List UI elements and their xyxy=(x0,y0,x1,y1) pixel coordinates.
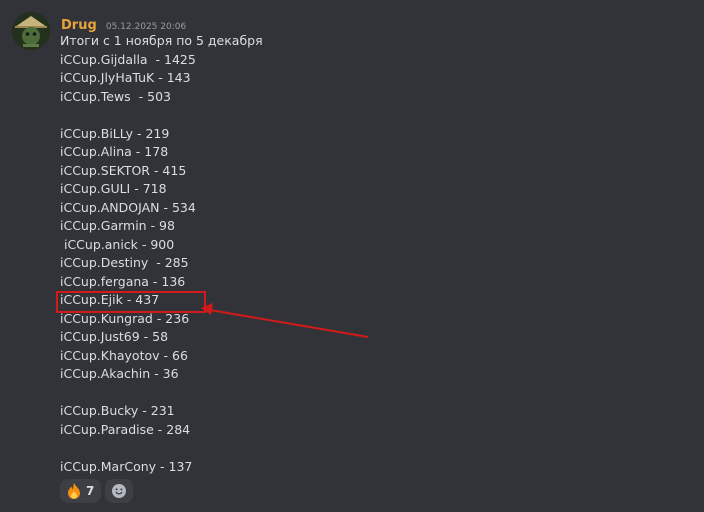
message-line: iCCup.SEKTOR - 415 xyxy=(60,162,187,178)
message-line: iCCup.Bucky - 231 xyxy=(60,403,175,418)
message-line: iCCup.Alina - 178 xyxy=(60,144,169,159)
message-body: Итоги с 1 ноября по 5 декабря iCCup.Gijd… xyxy=(60,32,263,476)
message-line xyxy=(60,384,263,403)
message-line xyxy=(60,439,263,458)
message-line: iCCup.ANDOJAN - 534 xyxy=(60,199,196,215)
message-line: iCCup.Kungrad - 236 xyxy=(60,310,190,326)
add-reaction-icon xyxy=(112,484,127,498)
reactions-bar: 7 xyxy=(60,479,134,503)
message-line: iCCup.GULI - 718 xyxy=(60,181,167,196)
reaction-fire[interactable]: 7 xyxy=(60,479,102,503)
message-line: Итоги с 1 ноября по 5 декабря xyxy=(60,33,263,48)
message-line: iCCup.Garmin - 98 xyxy=(60,218,175,233)
message-line: iCCup.Gijdalla - 1425 xyxy=(60,51,196,67)
message-line: iCCup.Paradise - 284 xyxy=(60,421,191,437)
author-name[interactable]: Drug xyxy=(61,18,97,33)
message-line xyxy=(60,106,263,125)
message-line-highlighted: iCCup.Ejik - 437 xyxy=(60,292,160,307)
message-line: iCCup.anick - 900 xyxy=(60,236,175,252)
message-header: Drug 05.12.2025 20:06 xyxy=(61,14,187,33)
reaction-count: 7 xyxy=(86,484,95,498)
message-line: iCCup.MarCony - 137 xyxy=(60,458,193,474)
fire-emoji-icon xyxy=(68,483,80,499)
message-line: iCCup.Destiny - 285 xyxy=(60,255,189,270)
message-line: iCCup.Akachin - 36 xyxy=(60,366,179,381)
message-line: iCCup.Just69 - 58 xyxy=(60,329,169,344)
message-line: iCCup.Khayotov - 66 xyxy=(60,347,188,363)
message-timestamp: 05.12.2025 20:06 xyxy=(105,22,187,32)
message-line: iCCup.fergana - 136 xyxy=(60,273,186,289)
avatar-image xyxy=(12,12,50,50)
avatar[interactable] xyxy=(12,12,50,50)
add-reaction-button[interactable] xyxy=(105,479,134,503)
message-line: iCCup.Tews - 503 xyxy=(60,88,171,104)
message-line: iCCup.BiLLy - 219 xyxy=(60,125,170,141)
message-line: iCCup.JlyHaTuK - 143 xyxy=(60,70,191,85)
